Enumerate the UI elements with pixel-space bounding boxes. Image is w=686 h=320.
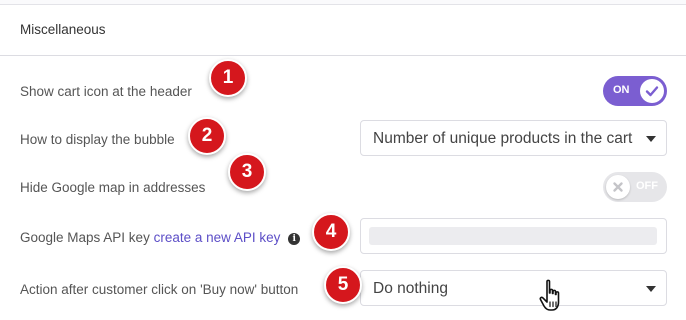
- cart-icon-label: Show cart icon at the header: [20, 84, 192, 99]
- caret-down-icon: [646, 136, 656, 142]
- buy-now-label: Action after customer click on 'Buy now'…: [20, 282, 299, 297]
- setting-row-google-map: Hide Google map in addresses OFF: [0, 162, 686, 212]
- redacted-api-key: [369, 227, 657, 245]
- buy-now-select[interactable]: Do nothing: [360, 270, 667, 306]
- cart-icon-toggle[interactable]: ON: [603, 76, 667, 106]
- api-key-label-group: Google Maps API key create a new API key…: [20, 230, 301, 245]
- setting-row-bubble: How to display the bubble Number of uniq…: [0, 112, 686, 162]
- section-title: Miscellaneous: [20, 22, 106, 37]
- toggle-knob: [606, 175, 630, 199]
- callout-badge-2: 2: [188, 117, 226, 155]
- callout-badge-1: 1: [209, 59, 247, 97]
- toggle-knob: [640, 79, 664, 103]
- api-key-input[interactable]: [360, 218, 667, 254]
- setting-row-cart-icon: Show cart icon at the header ON: [0, 62, 686, 112]
- caret-down-icon: [646, 286, 656, 292]
- callout-badge-3: 3: [228, 153, 266, 191]
- callout-badge-4: 4: [312, 213, 350, 251]
- google-map-label: Hide Google map in addresses: [20, 180, 206, 195]
- create-api-key-link[interactable]: create a new API key: [154, 230, 281, 245]
- hand-pointer-icon: [539, 279, 560, 311]
- toggle-off-text: OFF: [636, 180, 658, 192]
- toggle-on-text: ON: [613, 84, 630, 96]
- google-map-toggle[interactable]: OFF: [603, 172, 667, 202]
- section-header: Miscellaneous: [0, 4, 686, 56]
- bubble-label: How to display the bubble: [20, 132, 175, 147]
- bubble-select[interactable]: Number of unique products in the cart: [360, 120, 667, 156]
- check-icon: [645, 86, 659, 97]
- buy-now-select-value: Do nothing: [373, 280, 448, 297]
- bubble-select-value: Number of unique products in the cart: [373, 130, 633, 147]
- info-icon[interactable]: i: [288, 233, 301, 245]
- x-icon: [613, 182, 623, 192]
- callout-badge-5: 5: [324, 266, 362, 304]
- api-key-label: Google Maps API key: [20, 230, 150, 245]
